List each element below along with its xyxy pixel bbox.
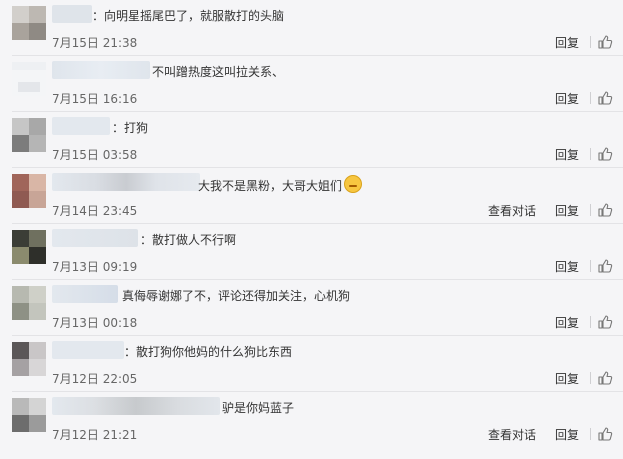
comment-timestamp: 7月13日 09:19 — [52, 260, 138, 274]
avatar[interactable] — [12, 62, 46, 96]
embarrassed-face-emoji-icon — [344, 175, 363, 193]
avatar[interactable] — [12, 174, 46, 208]
comment-item: ：散打做人不行啊 7月13日 09:19 回复 — [0, 224, 623, 280]
thumbs-up-icon[interactable] — [597, 146, 613, 162]
comment-item: 驴是你妈蓝子 7月12日 21:21 查看对话 回复 — [0, 392, 623, 459]
reply-button[interactable]: 回复 — [555, 91, 579, 107]
blurred-username[interactable] — [52, 285, 118, 303]
comment-timestamp: 7月14日 23:45 — [52, 204, 138, 218]
comment-text: ：散打狗你他妈的什么狗比东西 — [124, 345, 293, 359]
avatar[interactable] — [12, 398, 46, 432]
thumbs-up-icon[interactable] — [597, 34, 613, 50]
comment-timestamp: 7月12日 21:21 — [52, 428, 138, 442]
comment-timestamp: 7月12日 22:05 — [52, 372, 138, 386]
blurred-username[interactable] — [52, 61, 150, 79]
comment-timestamp: 7月13日 00:18 — [52, 316, 138, 330]
comment-text: ：打狗 — [112, 121, 149, 135]
thumbs-up-icon[interactable] — [597, 202, 613, 218]
comment-item: 不叫蹭热度这叫拉关系、 7月15日 16:16 回复 — [0, 56, 623, 112]
reply-button[interactable]: 回复 — [555, 35, 579, 51]
view-conversation-link[interactable]: 查看对话 — [488, 427, 536, 443]
comment-item: 真侮辱谢娜了不，评论还得加关注，心机狗 7月13日 00:18 回复 — [0, 280, 623, 336]
avatar[interactable] — [12, 342, 46, 376]
reply-button[interactable]: 回复 — [555, 259, 579, 275]
thumbs-up-icon[interactable] — [597, 90, 613, 106]
view-conversation-link[interactable]: 查看对话 — [488, 203, 536, 219]
avatar[interactable] — [12, 118, 46, 152]
blurred-username[interactable] — [52, 397, 220, 415]
comment-text: 驴是你妈蓝子 — [222, 401, 295, 415]
blurred-username[interactable] — [52, 341, 124, 359]
avatar[interactable] — [12, 286, 46, 320]
comment-timestamp: 7月15日 16:16 — [52, 92, 138, 106]
divider — [590, 316, 591, 328]
comment-timestamp: 7月15日 21:38 — [52, 36, 138, 50]
blurred-username[interactable] — [52, 117, 110, 135]
comment-text-content: 大我不是黑粉，大哥大姐们 — [198, 179, 343, 193]
thumbs-up-icon[interactable] — [597, 426, 613, 442]
divider — [590, 204, 591, 216]
comment-item: 大我不是黑粉，大哥大姐们 7月14日 23:45 查看对话 回复 — [0, 168, 623, 224]
reply-button[interactable]: 回复 — [555, 371, 579, 387]
reply-button[interactable]: 回复 — [555, 427, 579, 443]
comment-item: ：散打狗你他妈的什么狗比东西 7月12日 22:05 回复 — [0, 336, 623, 392]
comment-text: 大我不是黑粉，大哥大姐们 — [198, 175, 363, 195]
comment-list: ：向明星摇尾巴了，就服散打的头脑 7月15日 21:38 回复 不叫蹭热度这叫拉… — [0, 0, 623, 459]
thumbs-up-icon[interactable] — [597, 370, 613, 386]
comment-text: 真侮辱谢娜了不，评论还得加关注，心机狗 — [122, 289, 351, 303]
divider — [590, 92, 591, 104]
reply-button[interactable]: 回复 — [555, 315, 579, 331]
comment-timestamp: 7月15日 03:58 — [52, 148, 138, 162]
comment-item: ：向明星摇尾巴了，就服散打的头脑 7月15日 21:38 回复 — [0, 0, 623, 56]
blurred-username[interactable] — [52, 173, 200, 191]
comment-item: ：打狗 7月15日 03:58 回复 — [0, 112, 623, 168]
divider — [590, 372, 591, 384]
divider — [590, 428, 591, 440]
divider — [590, 36, 591, 48]
reply-button[interactable]: 回复 — [555, 147, 579, 163]
thumbs-up-icon[interactable] — [597, 314, 613, 330]
divider — [590, 148, 591, 160]
comment-text: ：向明星摇尾巴了，就服散打的头脑 — [92, 9, 285, 23]
avatar[interactable] — [12, 230, 46, 264]
comment-text: ：散打做人不行啊 — [140, 233, 237, 247]
blurred-username[interactable] — [52, 5, 92, 23]
thumbs-up-icon[interactable] — [597, 258, 613, 274]
comment-text: 不叫蹭热度这叫拉关系、 — [152, 65, 285, 79]
avatar[interactable] — [12, 6, 46, 40]
reply-button[interactable]: 回复 — [555, 203, 579, 219]
blurred-username[interactable] — [52, 229, 138, 247]
divider — [590, 260, 591, 272]
